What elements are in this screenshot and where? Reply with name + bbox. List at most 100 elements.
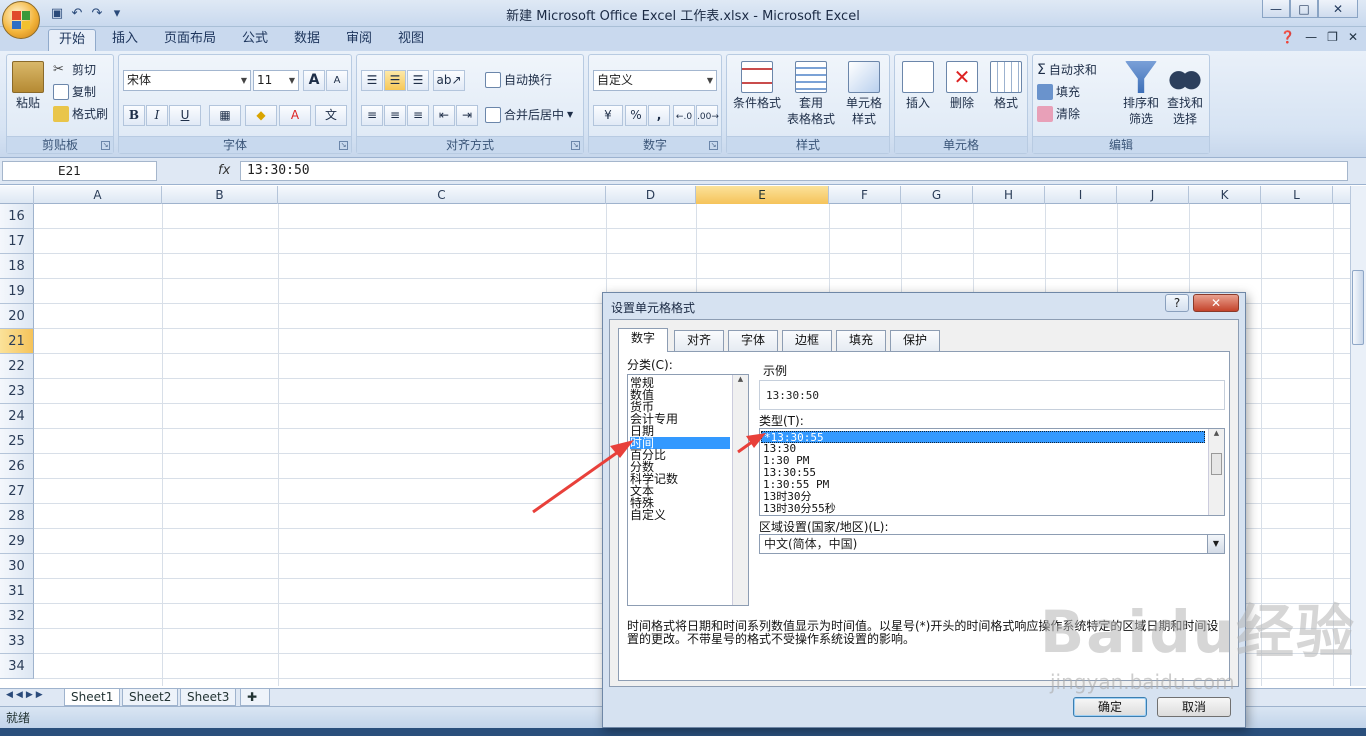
row-header[interactable]: 25	[0, 429, 34, 454]
dialog-help-button[interactable]: ?	[1165, 294, 1189, 312]
category-list[interactable]: 常规 数值 货币 会计专用 日期 时间 百分比 分数 科学记数 文本 特殊 自定…	[627, 374, 749, 606]
align-left-button[interactable]: ≡	[361, 105, 383, 126]
column-header[interactable]: J	[1117, 186, 1189, 204]
row-header[interactable]: 29	[0, 529, 34, 554]
autosum-button[interactable]: Σ 自动求和	[1037, 60, 1097, 80]
sheet-tab[interactable]: Sheet3	[180, 689, 237, 706]
column-header[interactable]: G	[901, 186, 973, 204]
conditional-format-button[interactable]: 条件格式	[731, 61, 783, 111]
decrease-indent-button[interactable]: ⇤	[433, 105, 455, 126]
grow-font-button[interactable]: A	[303, 70, 325, 91]
vertical-scroll-thumb[interactable]	[1352, 270, 1364, 345]
dialog-tab-number[interactable]: 数字	[618, 328, 669, 352]
row-header[interactable]: 30	[0, 554, 34, 579]
sheet-nav-arrows-icon[interactable]: ◀◀▶▶	[6, 690, 46, 700]
comma-button[interactable]: ,	[648, 105, 670, 126]
merge-center-button[interactable]: 合并后居中 ▼	[485, 105, 573, 125]
fill-button[interactable]: 填充	[1037, 82, 1080, 102]
delete-cells-button[interactable]: ✕ 删除	[941, 61, 983, 111]
decrease-decimal-button[interactable]: .00→	[696, 105, 719, 126]
tab-insert[interactable]: 插入	[102, 29, 148, 51]
wrap-text-button[interactable]: 自动换行	[485, 70, 552, 90]
font-color-button[interactable]: A	[279, 105, 311, 126]
ribbon-restore-icon[interactable]: ❐	[1327, 30, 1338, 44]
select-all-corner[interactable]	[0, 186, 34, 204]
list-item[interactable]: 1:30 PM	[761, 455, 1205, 467]
row-header[interactable]: 22	[0, 354, 34, 379]
percent-button[interactable]: %	[625, 105, 647, 126]
increase-indent-button[interactable]: ⇥	[456, 105, 478, 126]
list-item[interactable]: 13:30	[761, 443, 1205, 455]
row-header[interactable]: 31	[0, 579, 34, 604]
italic-button[interactable]: I	[146, 105, 168, 126]
column-header[interactable]: D	[606, 186, 696, 204]
paste-button[interactable]: 粘贴	[11, 61, 45, 111]
chevron-down-icon[interactable]: ▼	[1207, 535, 1224, 553]
border-button[interactable]: ▦	[209, 105, 241, 126]
formula-input[interactable]: 13:30:50	[240, 161, 1348, 181]
column-header[interactable]: K	[1189, 186, 1261, 204]
row-header[interactable]: 27	[0, 479, 34, 504]
clipboard-launcher-icon[interactable]: ↘	[101, 141, 110, 150]
dialog-tab-border[interactable]: 边框	[782, 330, 833, 351]
column-header[interactable]: H	[973, 186, 1045, 204]
scroll-up-icon[interactable]: ▲	[1209, 429, 1224, 437]
clear-button[interactable]: 清除	[1037, 104, 1080, 124]
row-header[interactable]: 20	[0, 304, 34, 329]
ok-button[interactable]: 确定	[1073, 697, 1147, 717]
scroll-up-icon[interactable]: ▲	[733, 375, 748, 383]
copy-button[interactable]: 复制	[53, 82, 96, 102]
help-icon[interactable]: ❓	[1280, 30, 1295, 44]
row-header[interactable]: 33	[0, 629, 34, 654]
column-header[interactable]: A	[34, 186, 162, 204]
row-header[interactable]: 16	[0, 204, 34, 229]
align-center-button[interactable]: ≡	[384, 105, 406, 126]
insert-sheet-button[interactable]: ✚	[240, 689, 270, 706]
cell-styles-button[interactable]: 单元格 样式	[839, 61, 889, 127]
cancel-button[interactable]: 取消	[1157, 697, 1231, 717]
dialog-tab-font[interactable]: 字体	[728, 330, 779, 351]
tab-review[interactable]: 审阅	[336, 29, 382, 51]
sort-filter-button[interactable]: 排序和 筛选	[1119, 61, 1163, 127]
increase-decimal-button[interactable]: ←.0	[673, 105, 695, 126]
row-header[interactable]: 28	[0, 504, 34, 529]
type-scroll-thumb[interactable]	[1211, 453, 1222, 475]
dialog-close-button[interactable]: ✕	[1193, 294, 1239, 312]
font-launcher-icon[interactable]: ↘	[339, 141, 348, 150]
format-as-table-button[interactable]: 套用 表格格式	[785, 61, 837, 127]
format-cells-button[interactable]: 格式	[985, 61, 1027, 111]
alignment-launcher-icon[interactable]: ↘	[571, 141, 580, 150]
column-header[interactable]: F	[829, 186, 901, 204]
find-select-button[interactable]: 查找和 选择	[1163, 61, 1207, 127]
name-box[interactable]: E21	[2, 161, 157, 181]
column-header-selected[interactable]: E	[696, 186, 829, 204]
fill-color-button[interactable]: ◆	[245, 105, 277, 126]
column-header[interactable]: C	[278, 186, 606, 204]
minimize-button[interactable]: —	[1262, 0, 1290, 18]
row-header[interactable]: 26	[0, 454, 34, 479]
sheet-tab[interactable]: Sheet2	[122, 689, 179, 706]
orientation-button[interactable]: ab↗	[433, 70, 465, 91]
list-item[interactable]: 自定义	[630, 509, 730, 521]
sheet-tab[interactable]: Sheet1	[64, 689, 121, 706]
dialog-tab-fill[interactable]: 填充	[836, 330, 887, 351]
type-scrollbar[interactable]: ▲	[1208, 429, 1224, 515]
tab-data[interactable]: 数据	[284, 29, 330, 51]
phonetic-button[interactable]: 文	[315, 105, 347, 126]
currency-button[interactable]: ¥	[593, 105, 623, 126]
tab-formulas[interactable]: 公式	[232, 29, 278, 51]
row-header-selected[interactable]: 21	[0, 329, 34, 354]
office-button[interactable]	[2, 1, 40, 39]
maximize-button[interactable]: □	[1290, 0, 1318, 18]
row-header[interactable]: 18	[0, 254, 34, 279]
column-header[interactable]: B	[162, 186, 278, 204]
cut-button[interactable]: ✂ 剪切	[53, 60, 96, 80]
tab-page-layout[interactable]: 页面布局	[154, 29, 226, 51]
align-right-button[interactable]: ≡	[407, 105, 429, 126]
dialog-tab-protection[interactable]: 保护	[890, 330, 941, 351]
fx-icon[interactable]: fx	[162, 161, 238, 181]
shrink-font-button[interactable]: A	[326, 70, 348, 91]
number-format-combo[interactable]: 自定义 ▼	[593, 70, 717, 91]
row-header[interactable]: 34	[0, 654, 34, 679]
insert-cells-button[interactable]: 插入	[897, 61, 939, 111]
